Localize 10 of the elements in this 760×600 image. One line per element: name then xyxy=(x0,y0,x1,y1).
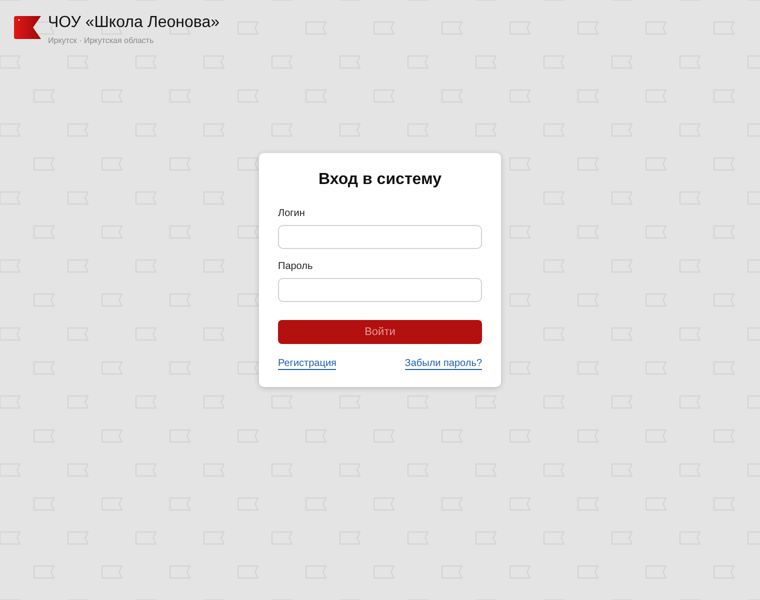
location-text: Иркутск · Иркутская область xyxy=(48,36,155,45)
field-label: Логин xyxy=(278,208,306,218)
logo-icon xyxy=(14,16,41,39)
login-field[interactable] xyxy=(278,224,482,248)
password-field[interactable] xyxy=(278,278,482,302)
field-label: Пароль xyxy=(278,260,314,272)
school-name: ЧОУ «Школа Леонова» xyxy=(48,14,220,32)
register-link[interactable]: Регистрация xyxy=(278,358,336,370)
forgot-password-link[interactable]: Забыли пароль? xyxy=(404,358,482,370)
form-title: Вход в систему xyxy=(318,170,442,188)
